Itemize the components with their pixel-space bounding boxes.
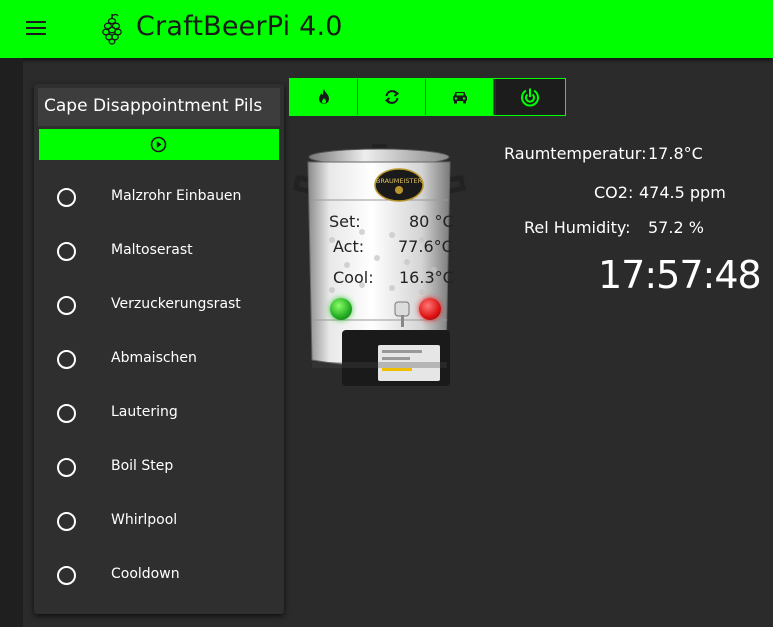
step-radio[interactable] [57, 188, 76, 207]
cool-value: 16.3°C [399, 268, 454, 287]
step-radio[interactable] [57, 296, 76, 315]
hamburger-menu-icon[interactable] [26, 18, 46, 38]
recipe-name: Cape Disappointment Pils [44, 96, 263, 116]
set-value: 80 °C [409, 212, 454, 231]
step-item[interactable]: Malzrohr Einbauen [34, 179, 284, 215]
step-item[interactable]: Verzuckerungsrast [34, 287, 284, 323]
app-title: CraftBeerPi 4.0 [136, 11, 343, 42]
brew-kettle-image: BRAUMEISTER [293, 144, 466, 386]
cool-label: Cool: [333, 268, 374, 287]
step-item[interactable]: Maltoserast [34, 233, 284, 269]
steps-panel: Cape Disappointment Pils Malzrohr Einbau… [34, 84, 284, 614]
step-label: Whirlpool [111, 512, 178, 528]
step-label: Abmaischen [111, 350, 197, 366]
step-item[interactable]: Lautering [34, 395, 284, 431]
step-radio[interactable] [57, 512, 76, 531]
step-label: Maltoserast [111, 242, 193, 258]
room-temp-label: Raumtemperatur: [504, 144, 647, 163]
set-label: Set: [329, 212, 361, 231]
step-item[interactable]: Boil Step [34, 449, 284, 485]
co2-value: 474.5 ppm [639, 183, 726, 202]
app-bar: CraftBeerPi 4.0 [0, 0, 773, 58]
step-radio[interactable] [57, 242, 76, 261]
heater-status-lamp [330, 298, 352, 320]
humidity-label: Rel Humidity: [524, 218, 631, 237]
step-label: Lautering [111, 404, 178, 420]
fire-icon [319, 89, 329, 104]
humidity-value: 57.2 % [648, 218, 704, 237]
car-icon [453, 92, 467, 104]
room-temp-value: 17.8°C [648, 144, 703, 163]
step-item[interactable]: Whirlpool [34, 503, 284, 539]
step-label: Boil Step [111, 458, 174, 474]
car-button[interactable] [426, 79, 494, 115]
step-radio[interactable] [57, 458, 76, 477]
step-label: Verzuckerungsrast [111, 296, 241, 312]
recipe-header: Cape Disappointment Pils [38, 88, 280, 126]
hop-icon [102, 13, 122, 45]
step-radio[interactable] [57, 566, 76, 585]
start-brew-button[interactable] [39, 129, 279, 160]
left-strip [0, 58, 23, 627]
play-circle-icon [150, 136, 167, 153]
fire-button[interactable] [290, 79, 358, 115]
clock: 17:57:48 [598, 253, 762, 297]
act-value: 77.6°C [398, 237, 453, 256]
pump-status-lamp [419, 298, 441, 320]
step-item[interactable]: Abmaischen [34, 341, 284, 377]
step-radio[interactable] [57, 404, 76, 423]
power-target-icon [521, 88, 539, 107]
act-label: Act: [333, 237, 365, 256]
step-label: Malzrohr Einbauen [111, 188, 242, 204]
brand-label: BRAUMEISTER [376, 177, 423, 185]
co2-label: CO2: [594, 183, 634, 202]
dashboard-toolbar [289, 78, 566, 116]
step-label: Cooldown [111, 566, 180, 582]
power-target-button[interactable] [496, 79, 565, 115]
step-radio[interactable] [57, 350, 76, 369]
sync-icon [384, 90, 400, 104]
step-item[interactable]: Cooldown [34, 557, 284, 593]
sync-button[interactable] [358, 79, 426, 115]
